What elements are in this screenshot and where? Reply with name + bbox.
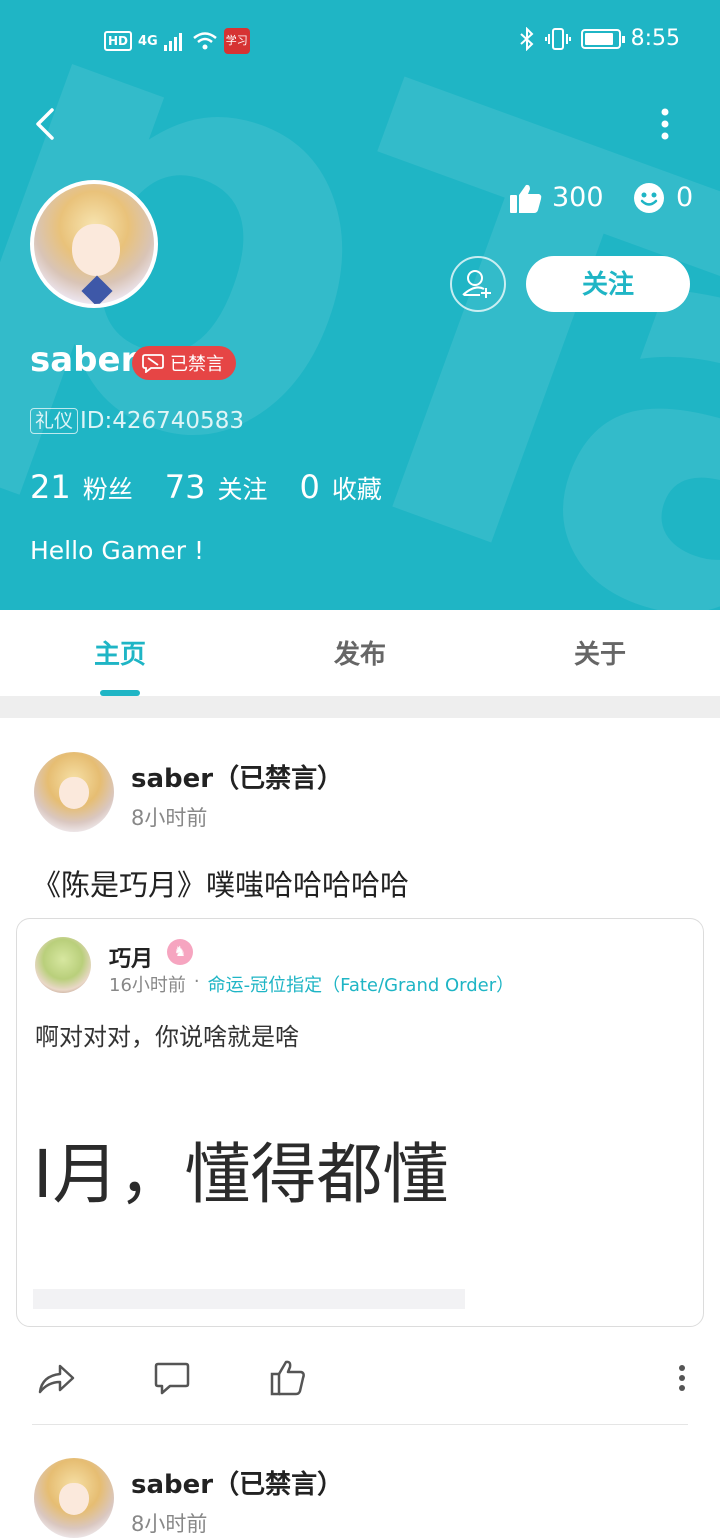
quoted-author-name[interactable]: 巧月 [109, 941, 153, 973]
status-bar: HD 4G 学习 8:55 [0, 0, 720, 84]
post-author-name[interactable]: saber（已禁言） [131, 758, 343, 795]
following-label[interactable]: 关注 [217, 470, 267, 506]
user-level-icon: ♞ [167, 939, 193, 965]
quoted-image[interactable]: I月，懂得都懂 [33, 1069, 483, 1309]
signal-icon: 4G [138, 33, 158, 49]
battery-icon [580, 28, 625, 49]
tab-posts[interactable]: 发布 [240, 634, 480, 671]
profile-stats: 21 粉丝 73 关注 0 收藏 [30, 468, 414, 506]
likes-counter[interactable]: 300 [510, 182, 604, 213]
post-author-avatar[interactable] [34, 1458, 114, 1538]
post-divider [32, 1424, 688, 1425]
user-bio: Hello Gamer ! [30, 536, 204, 565]
quoted-text: 啊对对对，你说啥就是啥 [35, 1023, 299, 1051]
profile-tabs: 主页 发布 关于 [0, 610, 720, 696]
more-vertical-icon[interactable] [650, 104, 680, 144]
muted-chat-icon [142, 354, 164, 373]
likes-count: 300 [552, 182, 604, 213]
post-text[interactable]: 《陈是巧月》噗嗤哈哈哈哈哈 [32, 862, 409, 904]
share-icon[interactable] [36, 1358, 76, 1398]
quoted-author-avatar[interactable] [35, 937, 91, 993]
following-count[interactable]: 73 [165, 468, 206, 506]
clock: 8:55 [630, 26, 680, 51]
wifi-icon [192, 32, 217, 50]
like-icon[interactable] [268, 1358, 308, 1398]
favorites-label[interactable]: 收藏 [332, 470, 382, 506]
app-notification-icon: 学习 [223, 28, 250, 54]
user-id: ID:426740583 [80, 408, 244, 434]
post-timestamp: 8小时前 [131, 806, 208, 830]
banned-badge-label: 已禁言 [170, 354, 224, 375]
post-more-icon[interactable] [662, 1358, 702, 1398]
reactions-counter[interactable]: 0 [634, 182, 693, 213]
reactions-count: 0 [676, 182, 694, 213]
user-tag: 礼仪 [30, 408, 79, 434]
followers-count[interactable]: 21 [30, 468, 71, 506]
profile-avatar[interactable] [30, 180, 158, 308]
hd-indicator: HD [104, 31, 133, 51]
vibrate-icon [544, 27, 571, 50]
back-arrow-icon[interactable] [28, 104, 64, 144]
thumbs-up-icon [510, 184, 542, 213]
banned-badge: 已禁言 [132, 346, 236, 380]
favorites-count[interactable]: 0 [299, 468, 319, 506]
section-divider [0, 696, 720, 718]
post-author-avatar[interactable] [34, 752, 114, 832]
user-id-row: 礼仪 ID:426740583 [30, 408, 244, 434]
comment-icon[interactable] [152, 1358, 192, 1398]
bluetooth-icon [519, 26, 534, 51]
image-bottom-strip [33, 1289, 465, 1309]
add-friend-button[interactable] [450, 256, 506, 312]
profile-header: pTa HD 4G 学习 8:55 300 0 关注 saber 已禁言 礼仪 … [0, 0, 720, 610]
meta-separator: · [193, 971, 200, 992]
username: saber [30, 340, 138, 380]
quoted-image-caption: I月，懂得都懂 [33, 1136, 449, 1213]
post-timestamp: 8小时前 [131, 1512, 208, 1536]
post-actions [0, 1350, 720, 1402]
tab-home[interactable]: 主页 [0, 634, 240, 671]
tab-about[interactable]: 关于 [480, 634, 720, 671]
quoted-post[interactable]: 巧月 ♞ 16小时前 · 命运-冠位指定（Fate/Grand Order） 啊… [16, 918, 704, 1327]
follow-button[interactable]: 关注 [526, 256, 690, 312]
smiley-icon [634, 182, 664, 213]
add-user-icon [462, 270, 491, 298]
game-tag-link[interactable]: 命运-冠位指定（Fate/Grand Order） [208, 971, 515, 997]
quoted-meta: 16小时前 · 命运-冠位指定（Fate/Grand Order） [109, 971, 514, 997]
followers-label[interactable]: 粉丝 [83, 470, 133, 506]
signal-bars-icon [163, 33, 182, 51]
quoted-timestamp: 16小时前 [109, 975, 186, 996]
post-author-name[interactable]: saber（已禁言） [131, 1464, 343, 1501]
